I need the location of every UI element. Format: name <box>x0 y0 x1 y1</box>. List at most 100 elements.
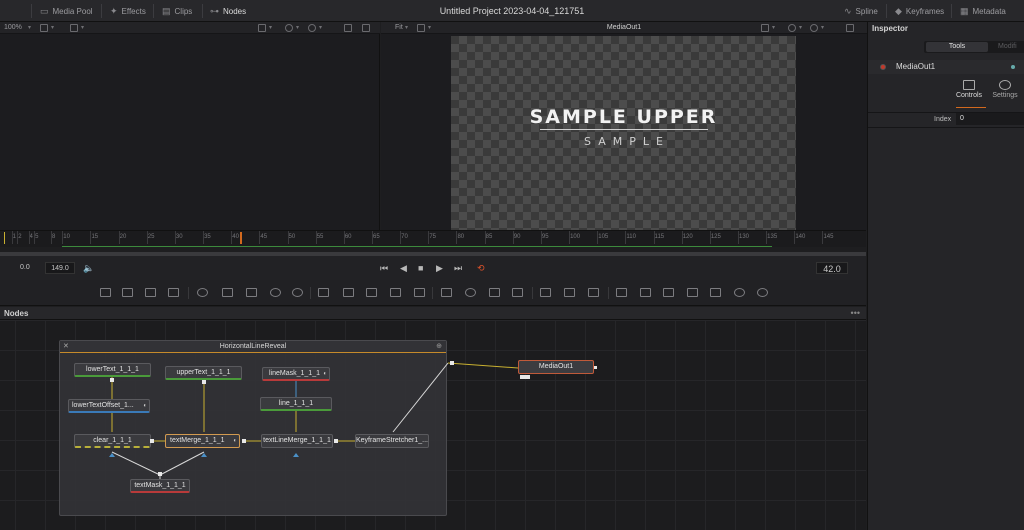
zoom-dropdown[interactable]: 100% <box>4 22 22 34</box>
roi-icon[interactable] <box>258 24 266 32</box>
brightness-tool-icon[interactable] <box>270 288 281 297</box>
go-to-start-icon[interactable]: ⏮ <box>380 261 388 275</box>
node-keyframestretcher[interactable]: KeyframeStretcher1_... <box>355 434 429 448</box>
node-textmerge[interactable]: textMerge_1_1_1 ◐ <box>165 434 240 448</box>
chevron-down-icon[interactable]: ▾ <box>51 22 54 34</box>
media-pool-button[interactable]: ▭ Media Pool <box>40 0 93 22</box>
polygon-mask-icon[interactable] <box>489 288 500 297</box>
effects-button[interactable]: ✦ Effects <box>110 0 146 22</box>
node-uppertext[interactable]: upperText_1_1_1 <box>165 366 242 380</box>
node-mediaout[interactable]: MediaOut1 <box>518 360 594 374</box>
cube3d-icon[interactable] <box>710 288 721 297</box>
paint-tool-icon[interactable] <box>122 288 133 297</box>
particle-render-icon[interactable] <box>564 288 575 297</box>
chevron-down-icon[interactable]: ▾ <box>821 22 824 34</box>
inspector-node-header[interactable]: MediaOut1 <box>868 60 1024 74</box>
subtab-settings[interactable]: Settings <box>990 80 1020 99</box>
particle-tool-icon[interactable] <box>588 288 599 297</box>
rectangle-mask-icon[interactable] <box>441 288 452 297</box>
index-field[interactable]: 0 <box>956 113 1024 125</box>
close-icon[interactable]: ✕ <box>63 341 69 353</box>
output-port[interactable] <box>158 472 162 476</box>
brush-tool-icon[interactable] <box>168 288 179 297</box>
subtab-controls[interactable]: Controls <box>954 80 984 99</box>
output-port[interactable] <box>110 378 114 382</box>
node-lowertextoffset[interactable]: lowerTextOffset_1... ◐ <box>68 399 150 413</box>
node-textmask[interactable]: textMask_1_1_1 <box>130 479 190 493</box>
bspline-mask-icon[interactable] <box>512 288 523 297</box>
output-port[interactable] <box>150 439 154 443</box>
color-channel-icon[interactable] <box>788 24 796 32</box>
group-output-port[interactable] <box>450 361 454 365</box>
aspect-icon[interactable] <box>344 24 352 32</box>
current-frame-field[interactable]: 42.0 <box>816 262 848 274</box>
keyframes-button[interactable]: ◆ Keyframes <box>895 0 944 22</box>
ellipse-mask-icon[interactable] <box>465 288 476 297</box>
render-start-marker[interactable] <box>4 232 5 244</box>
node-clear[interactable]: clear_1_1_1 <box>74 434 151 448</box>
expand-icon[interactable]: ⊕ <box>436 341 442 353</box>
audio-icon[interactable]: 🔈 <box>83 261 94 275</box>
chevron-down-icon[interactable]: ▾ <box>319 22 322 34</box>
transform-tool-icon[interactable] <box>366 288 377 297</box>
blur-tool-icon[interactable] <box>292 288 303 297</box>
shape3d-icon[interactable] <box>616 288 627 297</box>
play-reverse-icon[interactable]: ◀ <box>400 261 407 275</box>
left-viewer[interactable] <box>0 34 380 230</box>
nodes-button[interactable]: ⊶ Nodes <box>210 0 246 22</box>
output-port[interactable] <box>334 439 338 443</box>
output-port[interactable] <box>594 366 597 369</box>
chevron-down-icon[interactable]: ▾ <box>799 22 802 34</box>
node-color-dot[interactable] <box>880 64 886 70</box>
chevron-down-icon[interactable]: ▾ <box>296 22 299 34</box>
aspect-icon[interactable] <box>846 24 854 32</box>
chevron-down-icon[interactable]: ▾ <box>81 22 84 34</box>
global-end-field[interactable]: 149.0 <box>45 262 75 274</box>
lut-icon[interactable] <box>810 24 818 32</box>
spline-button[interactable]: ∿ Spline <box>844 0 878 22</box>
color-channel-icon[interactable] <box>285 24 293 32</box>
camera3d-icon[interactable] <box>687 288 698 297</box>
particle-emitter-icon[interactable] <box>540 288 551 297</box>
light3d-icon[interactable] <box>734 288 745 297</box>
chevron-down-icon[interactable]: ▾ <box>269 22 272 34</box>
group-header[interactable]: ✕ HorizontalLineReveal ⊕ <box>60 341 446 353</box>
chevron-down-icon[interactable]: ▾ <box>28 22 31 34</box>
renderer3d-icon[interactable] <box>757 288 768 297</box>
saver-tool-icon[interactable] <box>343 288 354 297</box>
node-textlinemerge[interactable]: textLineMerge_1_1_1 <box>261 434 333 448</box>
global-start-field[interactable]: 0.0 <box>20 262 40 274</box>
background-tool-icon[interactable] <box>100 288 111 297</box>
lut-icon[interactable] <box>308 24 316 32</box>
tab-tools[interactable]: Tools <box>926 42 988 52</box>
roi-icon[interactable] <box>761 24 769 32</box>
tab-modifiers[interactable]: Modifi <box>998 41 1017 53</box>
stereo-icon[interactable] <box>362 24 370 32</box>
view-indicator[interactable] <box>520 375 530 379</box>
color-tool-icon[interactable] <box>246 288 257 297</box>
stop-icon[interactable]: ■ <box>418 261 423 275</box>
output-port[interactable] <box>202 380 206 384</box>
node-line[interactable]: line_1_1_1 <box>260 397 332 411</box>
play-icon[interactable]: ▶ <box>436 261 443 275</box>
loader-tool-icon[interactable] <box>318 288 329 297</box>
view-options-icon[interactable] <box>40 24 48 32</box>
node-lowertext[interactable]: lowerText_1_1_1 <box>74 363 151 377</box>
crop-tool-icon[interactable] <box>414 288 425 297</box>
merge3d-icon[interactable] <box>663 288 674 297</box>
timeline-ruler[interactable]: 1 2 4 5 8 10 15 20 25 30 35 40 45 50 55 60 65 70 75 80 85 90 9… <box>0 230 866 247</box>
go-to-end-icon[interactable]: ⏭ <box>454 261 462 275</box>
layout-icon[interactable] <box>70 24 78 32</box>
text-tool-icon[interactable] <box>145 288 156 297</box>
clips-button[interactable]: ▤ Clips <box>162 0 192 22</box>
chevron-down-icon[interactable]: ▾ <box>772 22 775 34</box>
merge-tool-icon[interactable] <box>197 288 208 297</box>
more-options-icon[interactable]: ••• <box>851 307 860 320</box>
output-port[interactable] <box>242 439 246 443</box>
loop-icon[interactable]: ⟲ <box>477 261 485 275</box>
node-linemask[interactable]: lineMask_1_1_1 ◐ <box>262 367 330 381</box>
text3d-icon[interactable] <box>640 288 651 297</box>
matte-tool-icon[interactable] <box>222 288 233 297</box>
playhead[interactable] <box>240 232 242 244</box>
resize-tool-icon[interactable] <box>390 288 401 297</box>
